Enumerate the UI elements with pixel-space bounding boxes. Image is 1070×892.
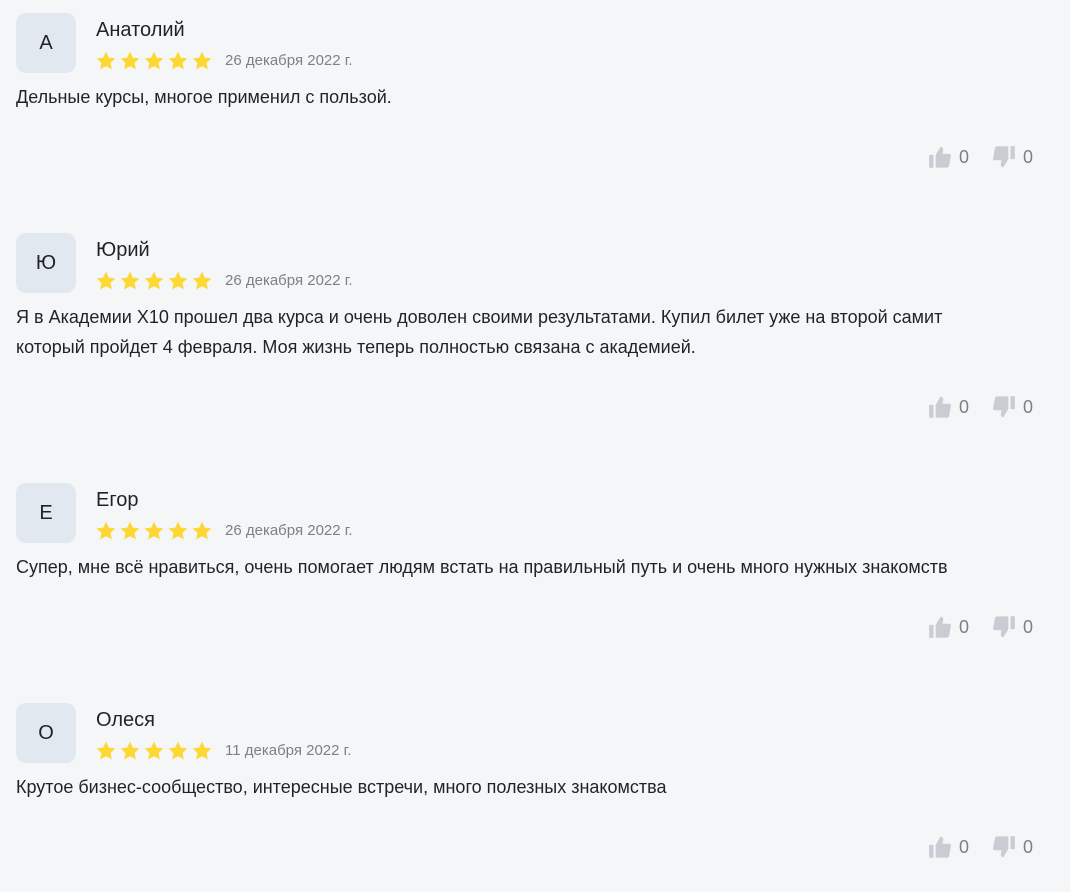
thumbs-up-icon	[929, 836, 951, 858]
dislike-count: 0	[1022, 837, 1033, 857]
like-count: 0	[958, 147, 969, 167]
star-icon	[192, 741, 212, 760]
rating-stars	[95, 270, 213, 292]
review-author: Олеся	[96, 709, 155, 731]
review-date: 26 декабря 2022 г.	[225, 522, 353, 539]
star-icon	[144, 741, 164, 760]
star-icon	[168, 51, 188, 70]
star-icon	[168, 271, 188, 290]
dislike-button[interactable]: 0	[991, 394, 1033, 420]
vote-controls: 0 0	[927, 614, 1033, 640]
thumbs-up-icon	[929, 616, 951, 638]
star-icon	[120, 271, 140, 290]
star-icon	[144, 271, 164, 290]
thumbs-down-icon	[993, 836, 1015, 858]
thumbs-up-icon	[929, 146, 951, 168]
review-date: 11 декабря 2022 г.	[225, 742, 352, 759]
rating-stars	[95, 520, 213, 542]
star-icon	[192, 271, 212, 290]
like-count: 0	[958, 397, 969, 417]
thumbs-down-icon	[993, 146, 1015, 168]
review-author: Егор	[96, 489, 139, 511]
thumbs-up-icon	[929, 396, 951, 418]
dislike-button[interactable]: 0	[991, 614, 1033, 640]
like-count: 0	[958, 837, 969, 857]
review-date: 26 декабря 2022 г.	[225, 52, 353, 69]
vote-controls: 0 0	[927, 144, 1033, 170]
rating-stars	[95, 740, 213, 762]
review-text: Супер, мне всё нравиться, очень помогает…	[16, 557, 948, 577]
avatar: Е	[16, 483, 76, 543]
thumbs-down-icon	[993, 616, 1015, 638]
avatar: Ю	[16, 233, 76, 293]
dislike-button[interactable]: 0	[991, 144, 1033, 170]
rating-stars	[95, 50, 213, 72]
star-icon	[192, 51, 212, 70]
star-icon	[120, 521, 140, 540]
like-button[interactable]: 0	[927, 834, 969, 860]
star-icon	[120, 741, 140, 760]
thumbs-down-icon	[993, 396, 1015, 418]
star-icon	[96, 271, 116, 290]
review-text: Дельные курсы, многое применил с пользой…	[16, 87, 392, 107]
avatar: А	[16, 13, 76, 73]
star-icon	[96, 521, 116, 540]
vote-controls: 0 0	[927, 834, 1033, 860]
like-button[interactable]: 0	[927, 144, 969, 170]
dislike-button[interactable]: 0	[991, 834, 1033, 860]
review-author: Анатолий	[96, 19, 185, 41]
star-icon	[192, 521, 212, 540]
review-date: 26 декабря 2022 г.	[225, 272, 353, 289]
review-text: Крутое бизнес-сообщество, интересные вст…	[16, 777, 667, 797]
star-icon	[144, 51, 164, 70]
avatar: О	[16, 703, 76, 763]
dislike-count: 0	[1022, 617, 1033, 637]
like-button[interactable]: 0	[927, 614, 969, 640]
star-icon	[168, 521, 188, 540]
vote-controls: 0 0	[927, 394, 1033, 420]
star-icon	[96, 51, 116, 70]
star-icon	[120, 51, 140, 70]
dislike-count: 0	[1022, 147, 1033, 167]
dislike-count: 0	[1022, 397, 1033, 417]
star-icon	[144, 521, 164, 540]
like-count: 0	[958, 617, 969, 637]
review-author: Юрий	[96, 239, 150, 261]
star-icon	[168, 741, 188, 760]
review-text: Я в Академии X10 прошел два курса и очен…	[16, 307, 943, 357]
like-button[interactable]: 0	[927, 394, 969, 420]
star-icon	[96, 741, 116, 760]
